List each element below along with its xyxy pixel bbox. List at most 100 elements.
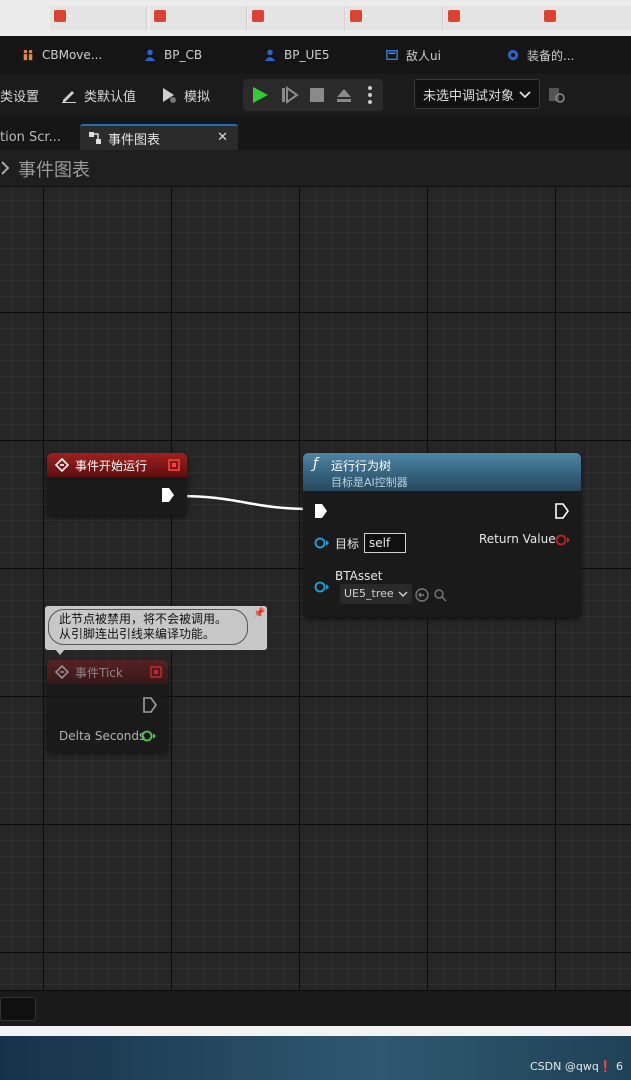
asset-tab-label: 装备的... <box>527 48 575 63</box>
browse-search-icon[interactable] <box>433 588 447 602</box>
asset-tab-bp-ue5[interactable]: BP_UE5 <box>264 36 329 74</box>
simulate-label: 模拟 <box>184 89 211 105</box>
node-header: ƒ 运行行为树 目标是AI控制器 <box>303 453 581 491</box>
class-settings-button[interactable]: 类设置 <box>0 82 39 108</box>
window-separator <box>0 1026 631 1036</box>
run-behavior-tree-node[interactable]: ƒ 运行行为树 目标是AI控制器 目标 self Return Value BT… <box>303 453 581 617</box>
delta-seconds-float-pin[interactable] <box>141 730 157 742</box>
function-icon: ƒ <box>313 456 318 472</box>
disabled-node-comment: 此节点被禁用，将不会被调用。 从引脚连出引线来编译功能。 📌 <box>45 606 267 655</box>
return-value-label: Return Value <box>479 532 556 546</box>
character-icon <box>264 49 276 61</box>
graph-breadcrumb-bar: 事件图表 <box>0 150 631 187</box>
comment-line-1: 此节点被禁用，将不会被调用。 <box>59 612 228 626</box>
target-value-field[interactable]: self <box>364 533 406 553</box>
asset-tab-cbmove[interactable]: CBMove... <box>22 36 102 74</box>
node-header: 事件开始运行 <box>47 453 187 477</box>
graph-tab-bar: tion Scr... 事件图表 ✕ <box>0 116 631 150</box>
event-icon <box>55 665 69 679</box>
debug-object-label: 未选中调试对象 <box>423 88 515 104</box>
stop-icon[interactable] <box>309 87 325 103</box>
delta-seconds-label: Delta Seconds <box>59 729 146 743</box>
btasset-pin-label: BTAsset <box>335 569 383 583</box>
page-icon <box>544 10 556 22</box>
node-title: 运行行为树 <box>331 459 392 473</box>
exec-out-pin[interactable] <box>555 503 569 519</box>
simulate-icon <box>163 88 176 103</box>
page-icon <box>448 10 460 22</box>
btasset-value: UE5_tree <box>344 587 394 600</box>
more-options-icon[interactable] <box>367 85 373 105</box>
browser-tab[interactable] <box>150 6 247 30</box>
delegate-pin-icon[interactable] <box>168 459 180 471</box>
delegate-pin-icon[interactable] <box>150 666 162 678</box>
asset-tab-bp-cb[interactable]: BP_CB <box>144 36 202 74</box>
blueprint-toolbar: 类设置 类默认值 模拟 未选中调试对象 <box>0 74 631 117</box>
eject-icon[interactable] <box>335 86 353 104</box>
graph-icon <box>89 132 101 144</box>
asset-tab-label: BP_UE5 <box>284 48 330 62</box>
btasset-dropdown[interactable]: UE5_tree <box>340 584 412 604</box>
desktop-taskbar: CSDN @qwq❗ 6 <box>0 1036 631 1080</box>
tab-label: tion Scr... <box>0 129 61 145</box>
chevron-down-icon <box>398 591 408 598</box>
comment-pointer <box>55 649 65 655</box>
page-icon <box>252 10 264 22</box>
return-bool-pin[interactable] <box>555 534 571 546</box>
play-icon[interactable] <box>251 86 269 104</box>
status-bar <box>0 990 631 1027</box>
node-title: 事件开始运行 <box>75 459 148 473</box>
chevron-down-icon <box>519 91 531 99</box>
close-icon[interactable]: ✕ <box>217 130 228 145</box>
asset-tab-bar: CBMove... BP_CB BP_UE5 敌人ui 装备的... <box>0 36 631 74</box>
target-pin-label: 目标 <box>335 537 360 551</box>
btasset-object-pin[interactable] <box>314 581 330 593</box>
graph-title: 事件图表 <box>18 160 90 181</box>
class-defaults-button[interactable]: 类默认值 <box>60 82 136 108</box>
simulate-button[interactable]: 模拟 <box>160 82 210 108</box>
asset-tab-equipped[interactable]: 装备的... <box>507 36 574 74</box>
exec-in-pin[interactable] <box>314 503 328 519</box>
node-header: 事件Tick <box>47 660 168 684</box>
pin-icon[interactable]: 📌 <box>253 608 265 619</box>
tab-event-graph[interactable]: 事件图表 ✕ <box>80 124 238 150</box>
asset-tab-label: CBMove... <box>42 48 103 62</box>
actor-icon <box>23 49 33 61</box>
browser-tab[interactable] <box>346 6 443 30</box>
character-icon <box>144 49 156 61</box>
node-subtitle: 目标是AI控制器 <box>331 476 408 489</box>
class-defaults-label: 类默认值 <box>84 89 137 105</box>
event-tick-node[interactable]: 事件Tick Delta Seconds <box>47 660 168 752</box>
target-object-pin[interactable] <box>314 537 330 549</box>
asset-tab-enemy-ui[interactable]: 敌人ui <box>386 36 441 74</box>
exec-out-pin[interactable] <box>143 697 157 713</box>
debug-object-dropdown[interactable]: 未选中调试对象 <box>414 79 540 109</box>
tab-construction-script[interactable]: tion Scr... <box>0 124 61 150</box>
browser-tab[interactable] <box>50 6 147 30</box>
exec-out-pin[interactable] <box>161 487 175 503</box>
browser-tab[interactable] <box>444 6 541 30</box>
content-drawer-button[interactable] <box>0 997 36 1021</box>
component-icon <box>507 49 519 61</box>
page-icon <box>154 10 166 22</box>
widget-icon <box>386 50 398 60</box>
event-begin-play-node[interactable]: 事件开始运行 <box>47 453 187 515</box>
use-selected-asset-icon[interactable] <box>415 588 429 602</box>
step-icon[interactable] <box>281 86 299 104</box>
browser-tab-strip <box>0 0 631 36</box>
page-icon <box>54 10 66 22</box>
page-icon <box>350 10 362 22</box>
event-graph-canvas[interactable]: 事件开始运行 ƒ 运行行为树 目标是AI控制器 目标 self Return V… <box>0 187 631 990</box>
comment-text-box: 此节点被禁用，将不会被调用。 从引脚连出引线来编译功能。 <box>48 609 248 645</box>
comment-line-2: 从引脚连出引线来编译功能。 <box>59 627 216 641</box>
edit-pencil-icon <box>62 91 76 103</box>
chevron-right-icon <box>1 161 10 175</box>
node-title: 事件Tick <box>75 666 123 680</box>
watermark-text: CSDN @qwq❗ 6 <box>529 1060 623 1073</box>
asset-tab-label: BP_CB <box>164 48 203 62</box>
event-icon <box>55 458 69 472</box>
debug-filter-icon[interactable] <box>548 86 566 104</box>
browser-tab[interactable] <box>248 6 345 30</box>
class-settings-label: 类设置 <box>0 89 40 105</box>
browser-tab[interactable] <box>540 6 631 30</box>
